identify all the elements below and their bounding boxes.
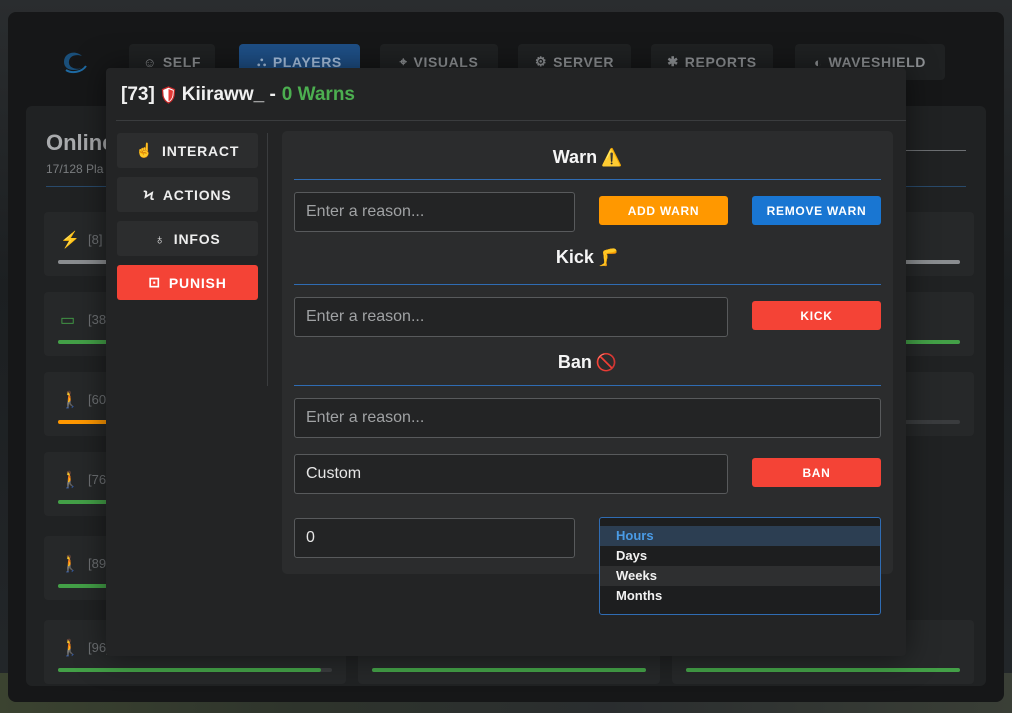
button-label: INTERACT [162, 142, 240, 159]
player-actions-modal: [73] Kiiraww_ - 0 Warns ☝ INTERACT ϟ ACT… [106, 68, 906, 656]
modal-header: [73] Kiiraww_ - 0 Warns [121, 84, 355, 106]
player-name: [76 [88, 472, 107, 487]
divider [294, 385, 881, 386]
ban-duration-type-select[interactable] [294, 454, 728, 494]
divider [116, 120, 906, 121]
warn-section-title: Warn ⚠️ [282, 147, 893, 168]
player-name: [60 [88, 392, 107, 407]
leg-icon: 🦵 [597, 248, 620, 267]
dropdown-option-days[interactable]: Days [600, 546, 880, 566]
hand-icon: ☝ [135, 142, 155, 158]
bulb-icon: ♁ [154, 230, 166, 247]
remove-warn-button[interactable]: REMOVE WARN [752, 196, 881, 225]
player-health-bar [372, 668, 646, 672]
online-title: Online [46, 130, 115, 155]
ban-section-title: Ban 🚫 [282, 352, 893, 373]
ban-amount-input[interactable] [294, 518, 575, 558]
bolt-icon: ϟ [143, 186, 155, 203]
kick-section-title: Kick 🦵 [282, 247, 893, 268]
section-title-text: Kick [555, 247, 594, 267]
shield-badge-icon [161, 86, 175, 104]
dropdown-option-months[interactable]: Months [600, 586, 880, 606]
walking-icon: 🚶 [60, 392, 80, 409]
interact-button[interactable]: ☝ INTERACT [117, 133, 258, 168]
alert-icon: ⊡ [148, 274, 161, 290]
ban-reason-input[interactable] [294, 398, 881, 438]
kick-button[interactable]: KICK [752, 301, 881, 330]
online-count: 17/128 Pla [46, 162, 104, 176]
infos-button[interactable]: ♁ INFOS [117, 221, 258, 256]
section-title-text: Warn [552, 147, 598, 167]
add-warn-button[interactable]: ADD WARN [599, 196, 728, 225]
dropdown-option-weeks[interactable]: Weeks [600, 566, 880, 586]
button-label: PUNISH [168, 274, 227, 291]
divider [267, 133, 268, 386]
button-label: INFOS [173, 230, 221, 247]
player-name: [8] [88, 232, 103, 247]
car-icon: ▭ [60, 312, 76, 329]
punish-panel: Warn⚠️ ADD WARN REMOVE WARN Kick🦵 KICK B… [282, 131, 893, 574]
modal-side-menu: ☝ INTERACT ϟ ACTIONS ♁ INFOS ⊡ PUNISH [117, 133, 258, 309]
player-name: [38 [88, 312, 107, 327]
dropdown-option-hours[interactable]: Hours [600, 526, 880, 546]
warn-reason-input[interactable] [294, 192, 575, 232]
section-title-text: Ban [557, 352, 592, 372]
ban-button[interactable]: BAN [752, 458, 881, 487]
walking-icon: 🚶 [60, 472, 80, 489]
warns-count: 0 Warns [281, 84, 355, 105]
button-label: ACTIONS [162, 186, 232, 203]
prohibited-icon: 🚫 [595, 353, 618, 372]
divider [294, 284, 881, 285]
player-name: [89 [88, 556, 107, 571]
punish-button[interactable]: ⊡ PUNISH [117, 265, 258, 300]
walking-icon: 🚶 [60, 556, 80, 573]
actions-button[interactable]: ϟ ACTIONS [117, 177, 258, 212]
divider [294, 179, 881, 180]
player-health-bar [686, 668, 960, 672]
plug-icon: ⚡ [60, 232, 80, 249]
player-health-bar [58, 668, 332, 672]
ban-unit-dropdown[interactable]: Hours Days Weeks Months [599, 517, 881, 615]
warning-icon: ⚠️ [601, 148, 623, 167]
player-id: [73] [121, 84, 155, 105]
kick-reason-input[interactable] [294, 297, 728, 337]
walking-icon: 🚶 [60, 640, 80, 657]
player-name: Kiiraww_ - [181, 84, 276, 105]
